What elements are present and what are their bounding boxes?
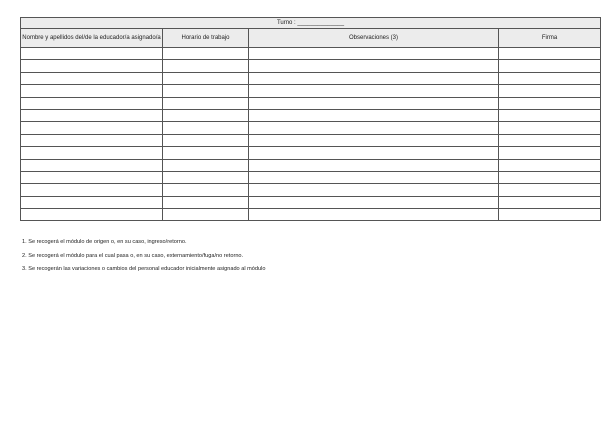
cell-firma[interactable]: [497, 96, 602, 110]
table-row: [20, 195, 602, 210]
cell-nombre[interactable]: [20, 146, 163, 160]
cell-firma[interactable]: [497, 46, 602, 61]
table-row: [20, 71, 602, 86]
footnote-1: 1. Se recogerá el módulo de origen o, en…: [22, 239, 187, 245]
cell-firma[interactable]: [497, 208, 602, 222]
table-row: [20, 146, 602, 160]
cell-firma[interactable]: [497, 195, 602, 210]
cell-observaciones[interactable]: [248, 121, 499, 135]
cell-horario[interactable]: [162, 170, 249, 185]
cell-firma[interactable]: [497, 121, 602, 135]
table-row: [20, 183, 602, 197]
table-row: [20, 108, 602, 123]
header-observaciones: Observaciones (3): [248, 28, 499, 48]
table-row: [20, 84, 602, 98]
cell-horario[interactable]: [162, 195, 249, 210]
cell-firma[interactable]: [497, 59, 602, 73]
cell-nombre[interactable]: [20, 170, 163, 185]
table-row: [20, 133, 602, 148]
cell-nombre[interactable]: [20, 96, 163, 110]
cell-nombre[interactable]: [20, 46, 163, 61]
cell-horario[interactable]: [162, 46, 249, 61]
cell-horario[interactable]: [162, 121, 249, 135]
cell-horario[interactable]: [162, 158, 249, 172]
cell-horario[interactable]: [162, 146, 249, 160]
cell-nombre[interactable]: [20, 208, 163, 222]
cell-nombre[interactable]: [20, 195, 163, 210]
cell-horario[interactable]: [162, 59, 249, 73]
cell-observaciones[interactable]: [248, 146, 499, 160]
table-row: [20, 46, 602, 61]
cell-firma[interactable]: [497, 170, 602, 185]
staff-assignment-table: Turno : ______________ Nombre y apellido…: [19, 17, 602, 222]
cell-firma[interactable]: [497, 84, 602, 98]
cell-nombre[interactable]: [20, 84, 163, 98]
cell-observaciones[interactable]: [248, 195, 499, 210]
table-row: [20, 208, 602, 222]
cell-nombre[interactable]: [20, 59, 163, 73]
cell-observaciones[interactable]: [248, 108, 499, 123]
cell-firma[interactable]: [497, 146, 602, 160]
cell-horario[interactable]: [162, 96, 249, 110]
header-horario: Horario de trabajo: [162, 28, 249, 48]
cell-observaciones[interactable]: [248, 59, 499, 73]
header-row: Nombre y apellidos del/de la educador/a …: [20, 28, 602, 48]
cell-horario[interactable]: [162, 183, 249, 197]
cell-horario[interactable]: [162, 133, 249, 148]
form-sheet: Turno : ______________ Nombre y apellido…: [19, 17, 602, 222]
cell-observaciones[interactable]: [248, 170, 499, 185]
turno-label: Turno : ______________: [19, 17, 602, 29]
cell-firma[interactable]: [497, 71, 602, 86]
turno-row: Turno : ______________: [19, 17, 602, 29]
footnote-2: 2. Se recogerá el módulo para el cual pa…: [22, 252, 244, 259]
cell-nombre[interactable]: [20, 121, 163, 135]
cell-observaciones[interactable]: [248, 46, 499, 61]
cell-nombre[interactable]: [20, 183, 163, 197]
cell-observaciones[interactable]: [248, 158, 499, 172]
cell-observaciones[interactable]: [248, 84, 499, 98]
cell-nombre[interactable]: [20, 108, 163, 123]
table-row: [20, 96, 602, 110]
cell-firma[interactable]: [497, 183, 602, 197]
table-row: [20, 158, 602, 172]
footnote-3: 3. Se recogerán las variaciones o cambio…: [22, 266, 266, 272]
header-nombre: Nombre y apellidos del/de la educador/a …: [20, 28, 163, 48]
cell-horario[interactable]: [162, 208, 249, 222]
footnotes: 1. Se recogerá el módulo de origen o, en…: [22, 239, 265, 280]
cell-observaciones[interactable]: [248, 183, 499, 197]
cell-observaciones[interactable]: [248, 133, 499, 148]
cell-nombre[interactable]: [20, 133, 163, 148]
table-row: [20, 59, 602, 73]
cell-observaciones[interactable]: [248, 96, 499, 110]
cell-horario[interactable]: [162, 84, 249, 98]
cell-horario[interactable]: [162, 71, 249, 86]
cell-firma[interactable]: [497, 108, 602, 123]
cell-observaciones[interactable]: [248, 208, 499, 222]
cell-firma[interactable]: [497, 133, 602, 148]
table-row: [20, 170, 602, 185]
header-firma: Firma: [497, 28, 602, 48]
table-row: [20, 121, 602, 135]
cell-nombre[interactable]: [20, 71, 163, 86]
cell-firma[interactable]: [497, 158, 602, 172]
cell-observaciones[interactable]: [248, 71, 499, 86]
cell-nombre[interactable]: [20, 158, 163, 172]
cell-horario[interactable]: [162, 108, 249, 123]
